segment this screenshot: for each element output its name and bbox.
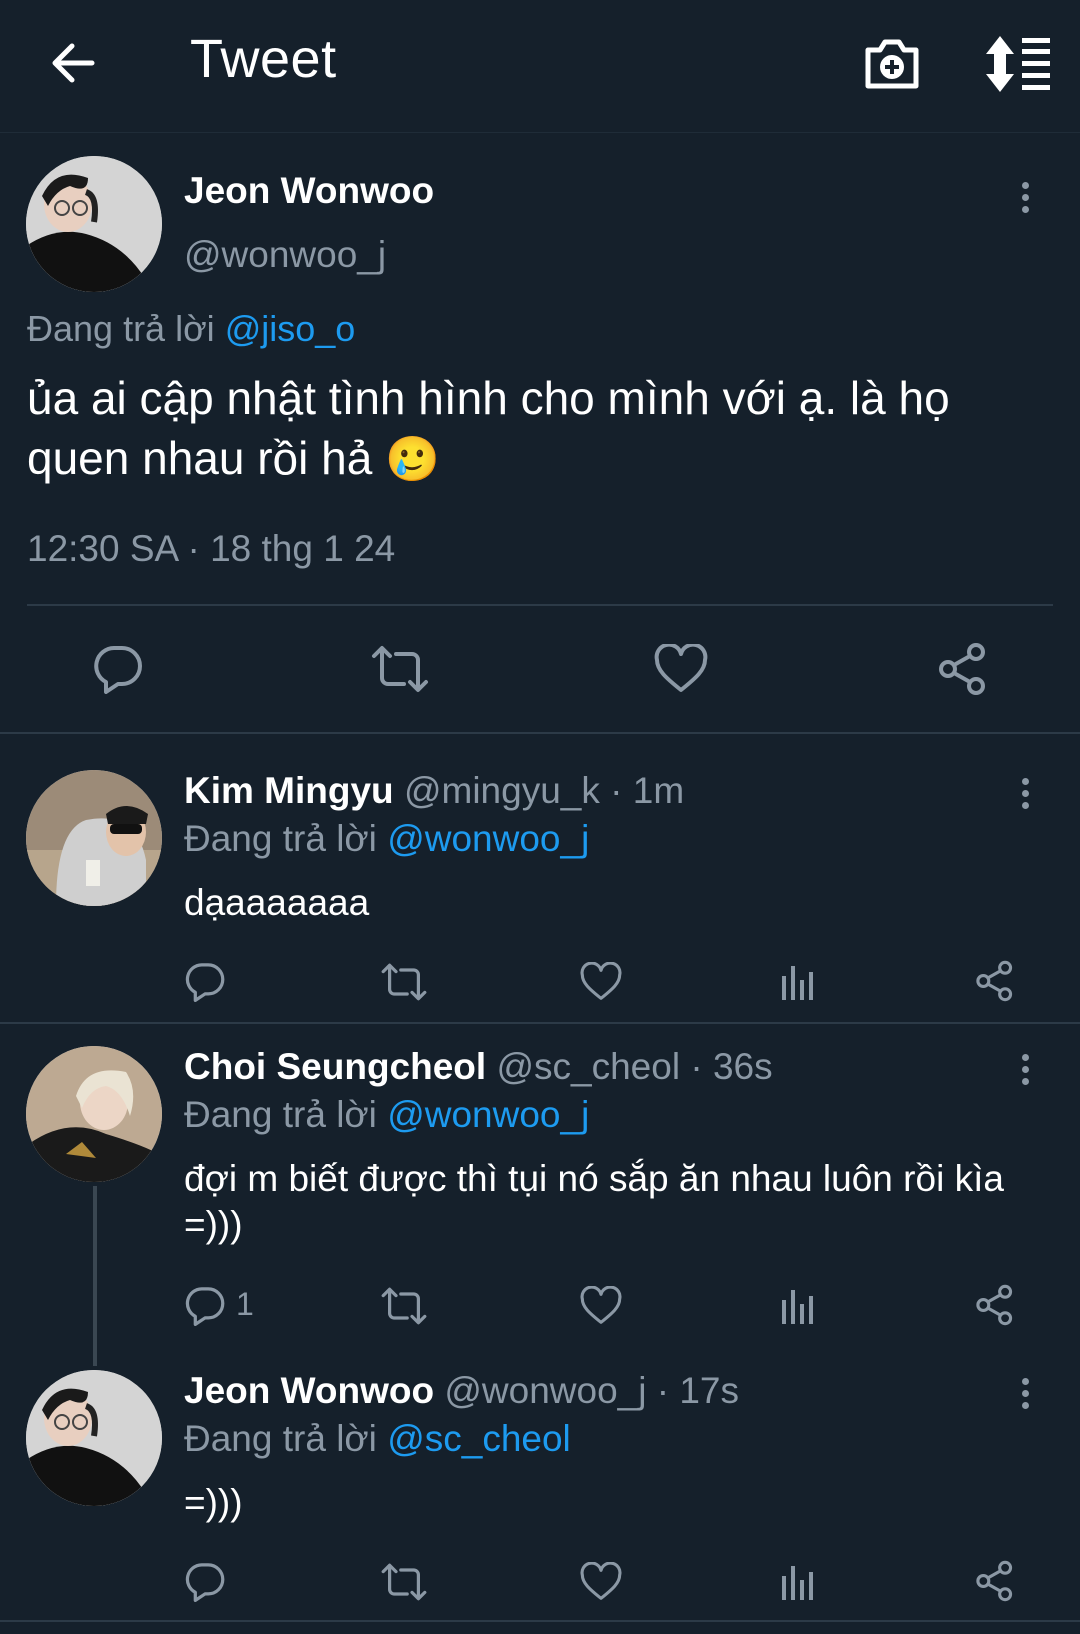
divider	[0, 1022, 1080, 1024]
reply-button[interactable]	[184, 960, 226, 1002]
analytics-button[interactable]	[780, 1286, 816, 1326]
camera-plus-icon[interactable]	[862, 34, 922, 94]
retweet-button[interactable]	[380, 1562, 428, 1602]
share-icon	[976, 960, 1013, 1002]
replying-to-link[interactable]: @jiso_o	[225, 308, 356, 349]
avatar[interactable]	[26, 1370, 162, 1506]
share-icon	[976, 1284, 1013, 1326]
reply-button[interactable]	[184, 1560, 226, 1602]
avatar[interactable]	[26, 156, 162, 292]
share-button[interactable]	[974, 1560, 1016, 1602]
main-tweet: Jeon Wonwoo @wonwoo_j Đang trả lời @jiso…	[0, 132, 1080, 732]
more-options-icon[interactable]	[1017, 182, 1033, 222]
tweet-text: =)))	[184, 1482, 243, 1523]
author-name[interactable]: Choi Seungcheol	[184, 1046, 486, 1087]
like-button[interactable]	[580, 1562, 622, 1602]
share-button[interactable]	[974, 960, 1016, 1002]
retweet-icon	[381, 1287, 427, 1325]
heart-icon	[580, 1562, 622, 1600]
arrow-left-icon[interactable]	[48, 38, 98, 88]
like-button[interactable]	[654, 644, 708, 694]
reply-icon	[185, 1287, 225, 1326]
reply-header: Kim Mingyu @mingyu_k · 1m	[184, 770, 684, 812]
top-app-bar: Tweet	[0, 0, 1080, 133]
relative-time: · 36s	[690, 1046, 773, 1087]
divider	[27, 604, 1053, 606]
analytics-button[interactable]	[780, 962, 816, 1002]
replying-to: Đang trả lời @sc_cheol	[184, 1418, 571, 1460]
more-options-icon[interactable]	[1017, 1054, 1033, 1094]
replying-to-link[interactable]: @sc_cheol	[387, 1418, 571, 1459]
tweet-text-fragment: quen nhau rồi hả	[27, 432, 373, 484]
reply-header: Choi Seungcheol @sc_cheol · 36s	[184, 1046, 773, 1088]
author-name[interactable]: Jeon Wonwoo	[184, 1370, 434, 1411]
tweet-text: dạaaaaaaa	[184, 882, 370, 923]
retweet-button[interactable]	[380, 962, 428, 1002]
timestamp[interactable]: 12:30 SA · 18 thg 1 24	[27, 528, 395, 570]
tweet-text: đợi m biết được thì tụi nó sắp ăn nhau l…	[184, 1158, 1004, 1245]
replying-to: Đang trả lời @wonwoo_j	[184, 1094, 589, 1136]
retweet-icon	[381, 963, 427, 1001]
thread-connector	[93, 1186, 97, 1366]
author-handle[interactable]: @sc_cheol	[496, 1046, 680, 1087]
reply-button[interactable]	[184, 1284, 226, 1326]
tweet-text-line-2: quen nhau rồi hả 🥲	[27, 428, 1057, 490]
author-handle[interactable]: @wonwoo_j	[444, 1370, 646, 1411]
reply-icon	[94, 646, 142, 694]
analytics-icon	[782, 1566, 813, 1600]
reply-button[interactable]	[92, 642, 144, 694]
page-title: Tweet	[190, 29, 337, 89]
author-handle[interactable]: @wonwoo_j	[184, 234, 386, 276]
replying-prefix: Đang trả lời	[184, 1094, 377, 1135]
heart-icon	[580, 1286, 622, 1324]
retweet-button[interactable]	[380, 1286, 428, 1326]
retweet-icon	[372, 646, 428, 692]
like-button[interactable]	[580, 962, 622, 1002]
reply-header: Jeon Wonwoo @wonwoo_j · 17s	[184, 1370, 739, 1412]
reply-count: 1	[236, 1286, 254, 1322]
share-button[interactable]	[936, 642, 990, 696]
analytics-icon	[782, 1290, 813, 1324]
heart-icon	[580, 962, 622, 1000]
replying-prefix: Đang trả lời	[184, 818, 377, 859]
avatar[interactable]	[26, 1046, 162, 1182]
divider	[0, 732, 1080, 734]
avatar[interactable]	[26, 770, 162, 906]
emoji: 🥲	[385, 435, 440, 484]
author-name[interactable]: Jeon Wonwoo	[184, 170, 434, 212]
heart-icon	[654, 644, 708, 692]
reply-icon	[185, 963, 225, 1002]
relative-time: · 1m	[610, 770, 685, 811]
like-button[interactable]	[580, 1286, 622, 1326]
retweet-icon	[381, 1563, 427, 1601]
reply-icon	[185, 1563, 225, 1602]
analytics-icon	[782, 966, 813, 1000]
replying-to-link[interactable]: @wonwoo_j	[387, 1094, 589, 1135]
relative-time: · 17s	[656, 1370, 740, 1411]
share-icon	[939, 643, 985, 695]
replying-to: Đang trả lời @jiso_o	[27, 308, 355, 350]
tweet-text-line: ủa ai cập nhật tình hình cho mình với ạ.…	[27, 372, 950, 424]
replying-prefix: Đang trả lời	[184, 1418, 377, 1459]
replying-prefix: Đang trả lời	[27, 308, 215, 349]
replying-to-link[interactable]: @wonwoo_j	[387, 818, 589, 859]
replying-to: Đang trả lời @wonwoo_j	[184, 818, 589, 860]
share-button[interactable]	[974, 1284, 1016, 1326]
share-icon	[976, 1560, 1013, 1602]
analytics-button[interactable]	[780, 1562, 816, 1602]
author-handle[interactable]: @mingyu_k	[404, 770, 600, 811]
more-options-icon[interactable]	[1017, 1378, 1033, 1418]
sort-icon[interactable]	[984, 34, 1052, 94]
retweet-button[interactable]	[370, 644, 430, 694]
more-options-icon[interactable]	[1017, 778, 1033, 818]
tweet-text: ủa ai cập nhật tình hình cho mình với ạ.…	[27, 368, 1057, 490]
divider	[0, 1620, 1080, 1622]
author-name[interactable]: Kim Mingyu	[184, 770, 394, 811]
